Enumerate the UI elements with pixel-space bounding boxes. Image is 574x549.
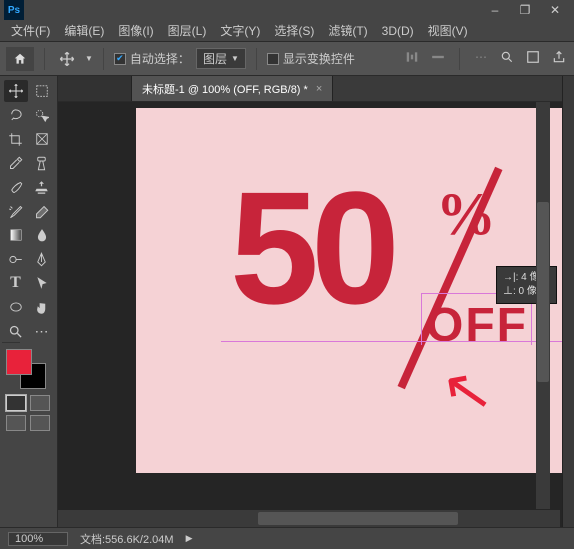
menu-filter[interactable]: 滤镜(T) xyxy=(321,22,374,39)
dodge-tool[interactable] xyxy=(4,248,28,270)
status-bar: 100% 文档:556.6K/2.04M ▶ xyxy=(0,527,574,549)
auto-select-checkbox[interactable]: ✔ 自动选择： xyxy=(114,50,190,67)
text-layer-50[interactable]: 50 xyxy=(230,168,392,328)
smart-guide-horizontal xyxy=(221,341,562,342)
move-tool[interactable] xyxy=(4,80,28,102)
clone-stamp-tool[interactable] xyxy=(30,176,54,198)
document-tab[interactable]: 未标题-1 @ 100% (OFF, RGB/8) * × xyxy=(132,76,333,101)
maximize-button[interactable]: ❐ xyxy=(510,0,540,20)
move-tool-indicator-icon xyxy=(55,48,79,70)
more-icon[interactable]: ⋯ xyxy=(472,48,490,66)
menu-file[interactable]: 文件(F) xyxy=(4,22,57,39)
type-tool[interactable]: T xyxy=(4,272,28,294)
menu-select[interactable]: 选择(S) xyxy=(267,22,321,39)
healing-brush-tool[interactable] xyxy=(30,152,54,174)
menu-layer[interactable]: 图层(L) xyxy=(161,22,214,39)
gradient-tool[interactable] xyxy=(4,224,28,246)
eyedropper-tool[interactable] xyxy=(4,152,28,174)
share-icon[interactable] xyxy=(550,48,568,66)
document-tab-row: 未标题-1 @ 100% (OFF, RGB/8) * × xyxy=(58,76,562,102)
quickmask-icon[interactable] xyxy=(524,48,542,66)
hand-tool[interactable] xyxy=(30,296,54,318)
eraser-tool[interactable] xyxy=(30,200,54,222)
canvas[interactable]: 50 % OFF →|: 4 像素 ⊥: 0 像素 ↖ xyxy=(136,108,562,473)
vertical-scroll-thumb[interactable] xyxy=(537,202,549,382)
menu-image[interactable]: 图像(I) xyxy=(111,22,160,39)
auto-select-target-dropdown[interactable]: 图层 ▼ xyxy=(196,48,246,69)
more-tools[interactable]: ⋯ xyxy=(30,320,54,342)
quickmask-toggle[interactable] xyxy=(6,415,51,431)
canvas-viewport[interactable]: 50 % OFF →|: 4 像素 ⊥: 0 像素 ↖ xyxy=(58,102,562,527)
frame-tool[interactable] xyxy=(30,128,54,150)
show-transform-checkbox[interactable]: 显示变换控件 xyxy=(267,50,355,67)
lasso-tool[interactable] xyxy=(4,104,28,126)
horizontal-scrollbar[interactable] xyxy=(58,510,560,527)
vertical-scrollbar[interactable] xyxy=(536,102,550,509)
crop-tool[interactable] xyxy=(4,128,28,150)
options-bar: ▼ ✔ 自动选择： 图层 ▼ 显示变换控件 ⋯ xyxy=(0,42,574,76)
close-button[interactable]: ✕ xyxy=(540,0,570,20)
chevron-down-icon: ▼ xyxy=(231,54,239,63)
quick-select-tool[interactable] xyxy=(30,104,54,126)
document-tab-title: 未标题-1 @ 100% (OFF, RGB/8) * xyxy=(142,81,308,97)
screen-mode-toggle[interactable] xyxy=(6,395,51,411)
ps-logo-icon: Ps xyxy=(4,0,24,20)
search-icon[interactable] xyxy=(498,48,516,66)
history-brush-tool[interactable] xyxy=(4,200,28,222)
marquee-tool[interactable] xyxy=(30,80,54,102)
close-tab-icon[interactable]: × xyxy=(316,83,322,95)
foreground-color-swatch[interactable] xyxy=(6,349,32,375)
pen-tool[interactable] xyxy=(30,248,54,270)
menu-view[interactable]: 视图(V) xyxy=(421,22,475,39)
path-select-tool[interactable] xyxy=(30,272,54,294)
dropdown-caret-icon[interactable]: ▼ xyxy=(85,54,93,63)
horizontal-scroll-thumb[interactable] xyxy=(258,512,458,525)
menu-type[interactable]: 文字(Y) xyxy=(213,22,267,39)
blur-tool[interactable] xyxy=(30,224,54,246)
color-swatches[interactable] xyxy=(6,349,46,389)
show-transform-label: 显示变换控件 xyxy=(283,50,355,67)
menu-3d[interactable]: 3D(D) xyxy=(375,24,421,38)
collapsed-right-panel[interactable] xyxy=(562,76,574,527)
shape-tool[interactable] xyxy=(4,296,28,318)
title-bar: Ps – ❐ ✕ xyxy=(0,0,574,20)
menu-edit[interactable]: 编辑(E) xyxy=(57,22,111,39)
zoom-level-field[interactable]: 100% xyxy=(8,532,68,546)
distribute-icon[interactable] xyxy=(429,48,447,66)
smart-guide-vertical xyxy=(421,293,422,345)
brush-tool[interactable] xyxy=(4,176,28,198)
home-icon[interactable] xyxy=(6,47,34,71)
minimize-button[interactable]: – xyxy=(480,0,510,20)
align-icon[interactable] xyxy=(403,48,421,66)
document-info-label[interactable]: 文档:556.6K/2.04M xyxy=(80,531,174,547)
auto-select-label: 自动选择： xyxy=(130,50,190,67)
menu-bar: 文件(F) 编辑(E) 图像(I) 图层(L) 文字(Y) 选择(S) 滤镜(T… xyxy=(0,20,574,42)
text-layer-off[interactable]: OFF xyxy=(426,298,528,353)
zoom-tool[interactable] xyxy=(4,320,28,342)
status-more-icon[interactable]: ▶ xyxy=(186,533,193,544)
tool-panel: T ⋯ xyxy=(0,76,58,527)
